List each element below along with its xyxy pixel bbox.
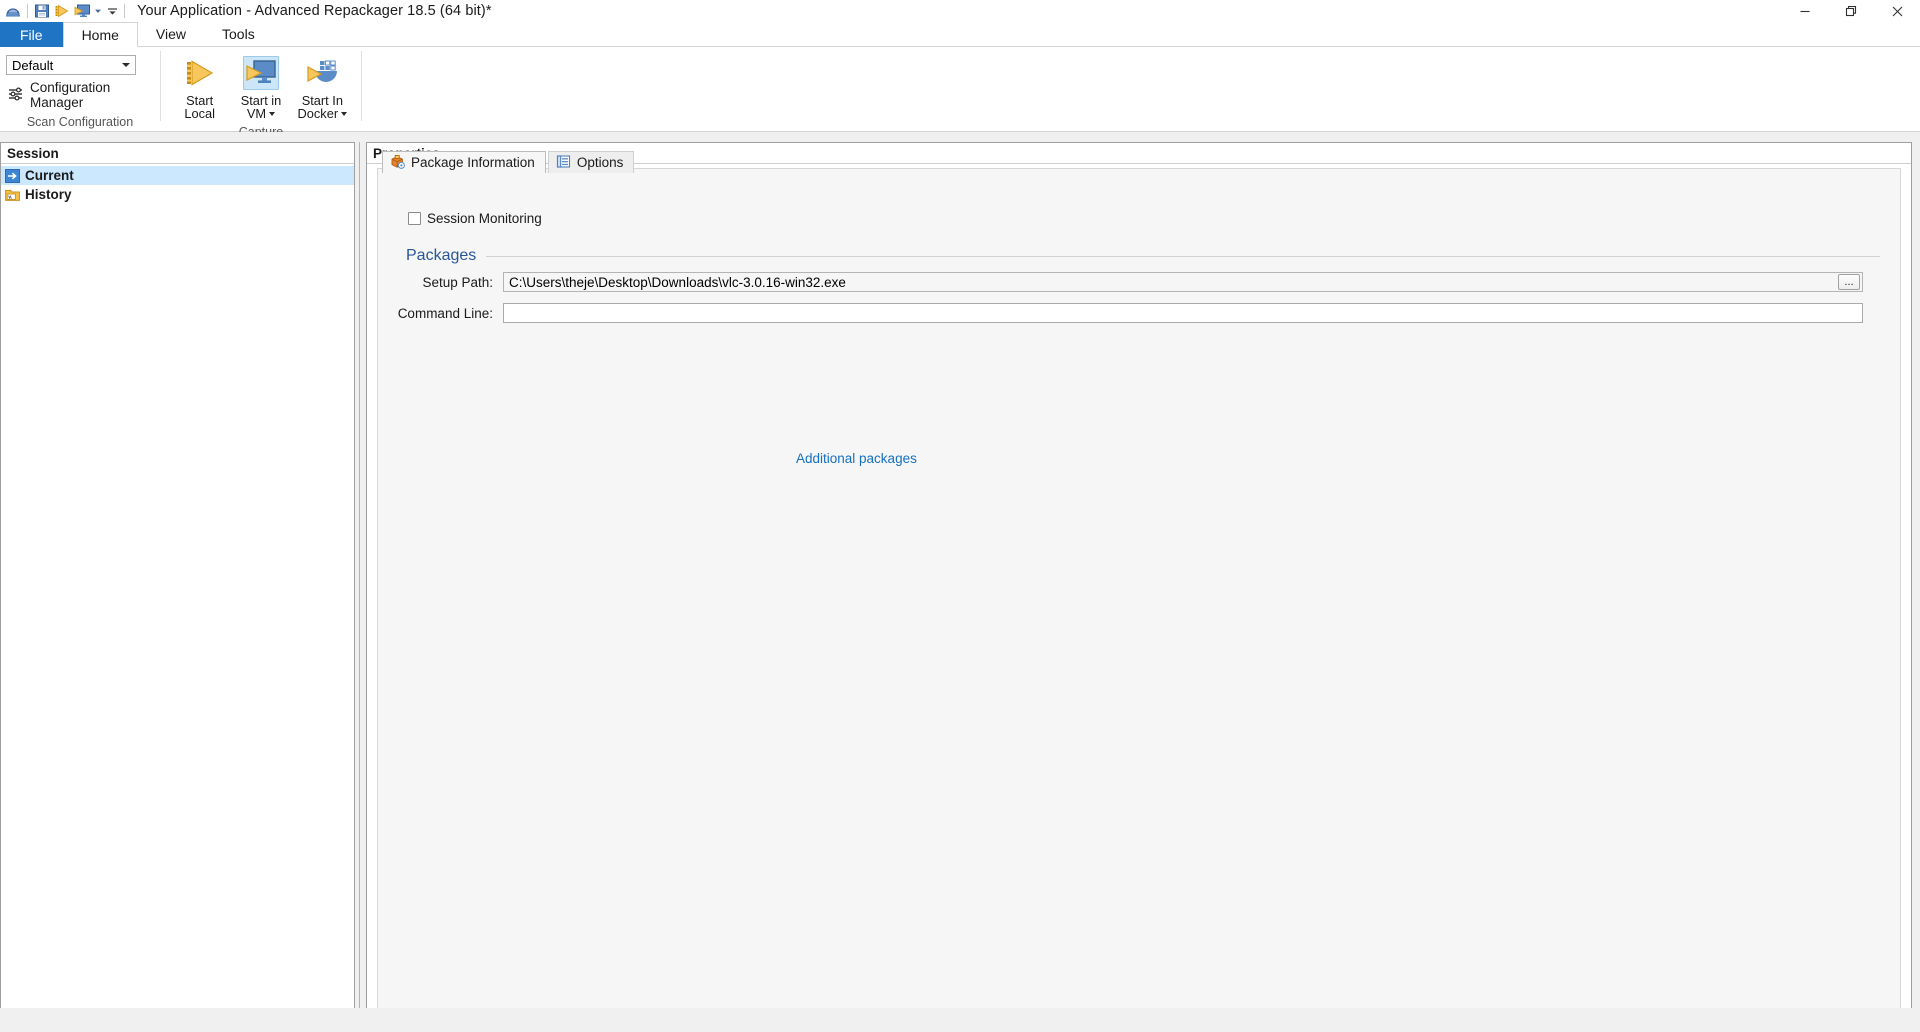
start-local-icon <box>185 56 215 90</box>
section-title: Packages <box>406 247 477 264</box>
current-session-arrow-icon <box>4 168 20 184</box>
restore-icon[interactable] <box>1828 0 1874 22</box>
packages-section-header: Packages <box>406 247 1880 265</box>
tab-package-information[interactable]: Package Information <box>382 151 546 173</box>
tab-view[interactable]: View <box>137 22 205 47</box>
quick-access-toolbar <box>0 0 129 22</box>
start-in-docker-button[interactable]: Start In Docker <box>294 53 351 125</box>
session-pane: Session Current v. History <box>0 142 355 1022</box>
chevron-down-icon[interactable] <box>341 112 348 117</box>
svg-text:v.: v. <box>8 194 13 200</box>
history-folder-icon: v. <box>4 187 20 203</box>
tab-file[interactable]: File <box>0 22 63 47</box>
session-tree: Current v. History <box>1 164 354 204</box>
command-line-row: Command Line: <box>378 303 1878 323</box>
splitter-line <box>359 142 360 1022</box>
tab-label: Package Information <box>411 155 535 170</box>
ribbon-group-divider-2 <box>361 51 362 121</box>
tab-home[interactable]: Home <box>62 22 138 47</box>
title-bar: Your Application - Advanced Repackager 1… <box>0 0 1920 22</box>
main-area: Session Current v. History Package Infor… <box>0 132 1920 1032</box>
browse-setup-path-button[interactable]: ... <box>1838 274 1860 290</box>
start-in-vm-button[interactable]: Start in VM <box>232 53 289 125</box>
scan-configuration-value: Default <box>12 57 54 73</box>
ribbon-group-label-scan-configuration: Scan Configuration <box>26 115 134 129</box>
chevron-down-icon <box>122 63 130 67</box>
vm-dropdown-caret[interactable] <box>92 1 104 21</box>
save-icon[interactable] <box>32 1 52 21</box>
start-in-vm-icon <box>242 56 279 90</box>
command-line-input[interactable] <box>503 303 1863 323</box>
additional-packages-link[interactable]: Additional packages <box>796 451 917 466</box>
sidebar-item-current[interactable]: Current <box>1 166 354 185</box>
package-icon <box>390 154 405 172</box>
session-monitoring-row[interactable]: Session Monitoring <box>408 211 542 226</box>
ribbon-tab-strip: File Home View Tools <box>0 22 1920 47</box>
session-pane-header: Session <box>1 143 354 164</box>
start-in-vm-label: Start in VM <box>240 93 282 121</box>
sidebar-item-history[interactable]: v. History <box>1 185 354 204</box>
ribbon-group-capture: Start Local Start in VM Start In Docker <box>161 47 361 139</box>
command-line-label: Command Line: <box>397 305 493 321</box>
properties-pane: Properties Package Informatio <box>366 142 1912 1022</box>
scan-configuration-combo[interactable]: Default <box>6 55 136 75</box>
configuration-manager-label: Configuration Manager <box>30 80 111 110</box>
properties-body: Package Information Options Session Moni… <box>377 151 1901 1013</box>
tab-options[interactable]: Options <box>547 151 635 173</box>
start-local-icon[interactable] <box>52 1 72 21</box>
session-monitoring-checkbox[interactable] <box>408 212 421 225</box>
minimize-icon[interactable] <box>1782 0 1828 22</box>
ribbon-group-scan-configuration: Default Configuration Manager Scan Confi… <box>0 47 160 132</box>
sidebar-item-label: History <box>25 187 72 202</box>
ribbon: Default Configuration Manager Scan Confi… <box>0 47 1920 139</box>
window-controls <box>1782 0 1920 22</box>
setup-path-input[interactable]: C:\Users\theje\Desktop\Downloads\vlc-3.0… <box>503 272 1863 292</box>
session-monitoring-label: Session Monitoring <box>427 211 542 226</box>
setup-path-value: C:\Users\theje\Desktop\Downloads\vlc-3.0… <box>509 274 846 290</box>
qat-divider-1 <box>27 4 28 18</box>
start-in-docker-label: Start In Docker <box>298 94 348 120</box>
sidebar-item-label: Current <box>25 168 74 183</box>
start-in-vm-icon[interactable] <box>72 1 92 21</box>
properties-tab-strip: Package Information Options <box>378 151 636 173</box>
status-bar <box>0 1008 1920 1032</box>
options-list-icon <box>556 154 571 172</box>
qat-divider-2 <box>124 4 125 18</box>
sliders-icon <box>8 86 24 104</box>
tab-tools[interactable]: Tools <box>204 22 273 47</box>
start-local-button[interactable]: Start Local <box>171 53 228 125</box>
customize-quick-access-caret[interactable] <box>104 1 120 21</box>
window-title: Your Application - Advanced Repackager 1… <box>137 3 492 19</box>
ribbon-tab-filler <box>272 22 1920 47</box>
app-icon[interactable] <box>3 1 23 21</box>
section-divider <box>486 255 1880 257</box>
close-icon[interactable] <box>1874 0 1920 22</box>
setup-path-row: Setup Path: C:\Users\theje\Desktop\Downl… <box>378 272 1878 292</box>
configuration-manager-button[interactable]: Configuration Manager <box>6 80 150 110</box>
pane-splitter[interactable] <box>356 142 364 1022</box>
chevron-down-icon[interactable] <box>269 112 276 117</box>
start-local-label: Start Local <box>184 93 215 121</box>
setup-path-label: Setup Path: <box>422 274 493 290</box>
tab-label: Options <box>576 155 624 170</box>
start-in-docker-icon <box>306 56 338 90</box>
